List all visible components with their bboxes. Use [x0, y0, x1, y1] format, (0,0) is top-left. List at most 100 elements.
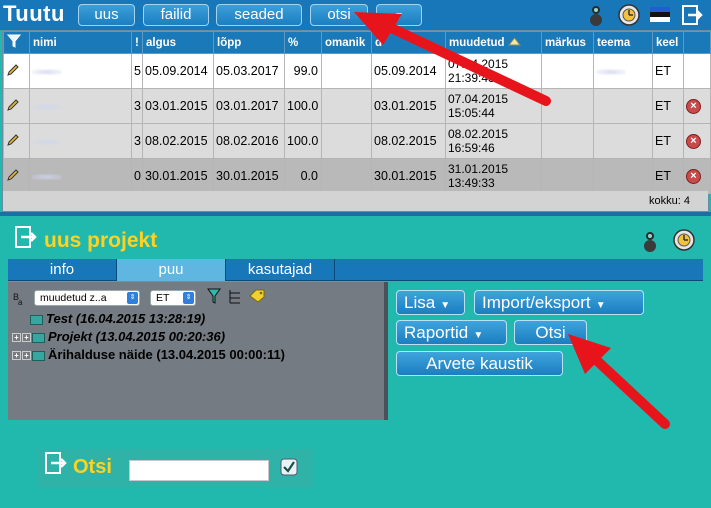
search-button[interactable]: otsi — [310, 4, 368, 26]
row-topic-cell — [593, 158, 653, 194]
tree-item[interactable]: Test (16.04.2015 13:28:19) — [30, 311, 205, 326]
files-button[interactable]: failid — [143, 4, 209, 26]
row-topic-cell — [593, 88, 653, 124]
edit-pencil-icon[interactable] — [3, 158, 30, 194]
select-arrows-icon: ⇕ — [183, 292, 194, 304]
tab-users[interactable]: kasutajad — [226, 259, 335, 281]
panel-divider[interactable] — [0, 212, 711, 216]
search-input[interactable] — [129, 460, 269, 481]
column-header-actions — [683, 31, 711, 54]
tab-tree[interactable]: puu — [117, 259, 226, 281]
row-note-cell — [541, 88, 594, 124]
column-header-note[interactable]: märkus — [541, 31, 594, 54]
tag-icon[interactable] — [249, 289, 265, 303]
tree-item[interactable]: + + Projekt (13.04.2015 00:20:36) — [12, 329, 225, 344]
find-button[interactable]: Otsi — [514, 320, 587, 345]
column-header-start[interactable]: algus — [142, 31, 214, 54]
top-toolbar: Tuutu uus failid seaded otsi ▼ — [0, 0, 711, 30]
table-row[interactable]: 3 03.01.2015 03.01.2017 100.0 03.01.2015… — [3, 88, 711, 124]
more-dropdown-button[interactable]: ▼ — [376, 4, 422, 26]
tree-toggle-icon[interactable]: Ba — [12, 290, 28, 306]
project-tabs: info puu kasutajad — [8, 259, 703, 281]
edit-pencil-icon[interactable] — [3, 53, 30, 89]
column-header-modified[interactable]: muudetud — [445, 31, 542, 54]
row-owner-cell — [321, 53, 372, 89]
tree-item[interactable]: + + Ärihalduse näide (13.04.2015 00:00:11) — [12, 347, 285, 362]
row-modified-cell: 07.04.2015 21:39:43 — [445, 53, 542, 89]
folder-icon — [30, 314, 43, 325]
row-note-cell — [541, 123, 594, 159]
search-exit-icon[interactable] — [44, 451, 68, 475]
expand-icon[interactable]: + — [12, 333, 21, 343]
column-header-language[interactable]: keel — [652, 31, 684, 54]
svg-text:a: a — [18, 298, 23, 306]
column-header-end[interactable]: lõpp — [213, 31, 285, 54]
column-header-modified-label: muudetud — [449, 36, 505, 49]
row-modified-date: 07.04.2015 — [448, 57, 509, 71]
check-icon[interactable] — [280, 458, 298, 476]
row-percent-cell: 100.0 — [284, 88, 322, 124]
delete-icon[interactable]: × — [686, 99, 701, 114]
logout-icon[interactable] — [682, 4, 704, 26]
row-modified-date: 07.04.2015 — [448, 92, 509, 106]
column-header-topic[interactable]: teema — [593, 31, 653, 54]
column-header-owner[interactable]: omanik — [321, 31, 372, 54]
tree-structure-icon[interactable] — [228, 289, 242, 305]
row-modified-time: 15:05:44 — [448, 106, 495, 120]
settings-button[interactable]: seaded — [216, 4, 302, 26]
select-arrows-icon: ⇕ — [127, 292, 138, 304]
edit-pencil-icon[interactable] — [3, 123, 30, 159]
column-header-created[interactable]: d — [371, 31, 446, 54]
reports-label: Raportid — [404, 323, 469, 342]
expand-icon[interactable]: + — [22, 333, 31, 343]
new-button[interactable]: uus — [78, 4, 135, 26]
clock-icon[interactable] — [617, 4, 641, 26]
row-created-cell: 03.01.2015 — [371, 88, 446, 124]
row-end-cell: 05.03.2017 — [213, 53, 285, 89]
user-icon[interactable] — [588, 4, 604, 26]
invoice-folder-button[interactable]: Arvete kaustik — [396, 351, 563, 376]
flag-icon[interactable] — [650, 4, 670, 26]
folder-icon — [32, 332, 45, 343]
row-end-cell: 08.02.2016 — [213, 123, 285, 159]
column-header-name[interactable]: nimi — [29, 31, 132, 54]
table-row[interactable]: 3 08.02.2015 08.02.2016 100.0 08.02.2015… — [3, 123, 711, 159]
chevron-down-icon: ▼ — [440, 300, 451, 311]
row-actions-cell: × — [683, 88, 711, 124]
project-title: uus projekt — [44, 229, 158, 252]
project-exit-icon[interactable] — [14, 225, 38, 249]
delete-icon[interactable]: × — [686, 169, 701, 184]
row-name-cell — [29, 53, 132, 89]
project-clock-icon[interactable] — [672, 229, 696, 251]
row-name-cell — [29, 88, 132, 124]
row-start-cell: 05.09.2014 — [142, 53, 214, 89]
expand-icon[interactable]: + — [22, 351, 31, 361]
table-row[interactable]: 5 05.09.2014 05.03.2017 99.0 05.09.2014 … — [3, 53, 711, 89]
column-header-priority[interactable]: ! — [131, 31, 143, 54]
chevron-down-icon: ▼ — [595, 300, 606, 311]
edit-pencil-icon[interactable] — [3, 88, 30, 124]
project-user-icon[interactable] — [642, 230, 658, 252]
tree-item-label: Projekt (13.04.2015 00:20:36) — [48, 329, 226, 344]
row-end-cell: 03.01.2017 — [213, 88, 285, 124]
grid-header-row: nimi ! algus lõpp % omanik d muudetud mä… — [3, 31, 711, 54]
tree-sort-value: muudetud z..a — [40, 292, 107, 304]
expand-icon[interactable]: + — [12, 351, 21, 361]
delete-icon[interactable]: × — [686, 134, 701, 149]
row-percent-cell: 99.0 — [284, 53, 322, 89]
tree-language-select[interactable]: ET ⇕ — [150, 290, 196, 306]
tree-sort-select[interactable]: muudetud z..a ⇕ — [34, 290, 140, 306]
filter-icon[interactable] — [3, 31, 30, 54]
column-header-percent[interactable]: % — [284, 31, 322, 54]
tree-filter-icon[interactable] — [207, 288, 221, 304]
table-row[interactable]: 0 30.01.2015 30.01.2015 0.0 30.01.2015 3… — [3, 158, 711, 194]
row-modified-time: 16:59:46 — [448, 141, 495, 155]
row-modified-cell: 08.02.2015 16:59:46 — [445, 123, 542, 159]
tree-language-value: ET — [156, 292, 170, 304]
tab-info[interactable]: info — [8, 259, 117, 281]
row-priority-cell: 3 — [131, 88, 143, 124]
reports-button[interactable]: Raportid ▼ — [396, 320, 507, 345]
import-export-button[interactable]: Import/eksport ▼ — [474, 290, 644, 315]
add-button[interactable]: Lisa ▼ — [396, 290, 465, 315]
import-export-label: Import/eksport — [482, 293, 591, 312]
